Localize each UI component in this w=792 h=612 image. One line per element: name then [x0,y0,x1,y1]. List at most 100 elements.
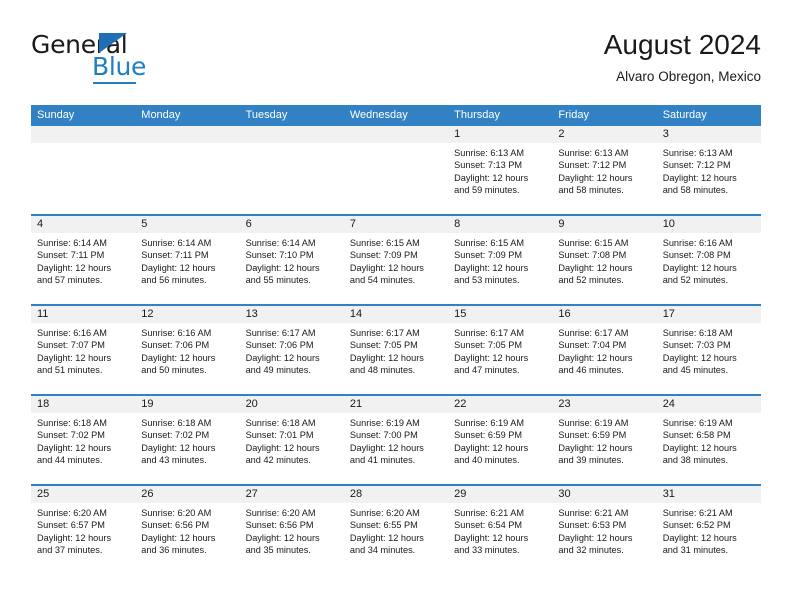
day-cell-details: Sunrise: 6:19 AM Sunset: 6:59 PM Daylight:… [552,413,656,467]
day-cell[interactable]: 19 Sunrise: 6:18 AM Sunset: 7:02 PM Dayligh… [135,396,240,484]
day-cell-details [344,143,448,147]
day-number-band: 9 [552,216,657,233]
day-cell-details: Sunrise: 6:16 AM Sunset: 7:07 PM Daylight:… [31,323,135,377]
day-detail-line: Daylight: 12 hours [245,532,320,543]
day-cell-details: Sunrise: 6:13 AM Sunset: 7:12 PM Daylight:… [657,143,761,197]
day-cell[interactable]: 12 Sunrise: 6:16 AM Sunset: 7:06 PM Dayligh… [135,306,240,394]
day-number-band: 14 [343,306,449,323]
day-cell[interactable]: 24 Sunrise: 6:19 AM Sunset: 6:58 PM Dayligh… [656,396,761,484]
day-detail-line: Sunset: 6:52 PM [662,520,731,531]
day-number-band: 22 [448,396,553,413]
day-cell[interactable]: 5 Sunrise: 6:14 AM Sunset: 7:11 PM Daylight… [135,216,240,304]
weekday-header-friday: Friday [558,109,589,121]
day-detail-line: Sunrise: 6:15 AM [558,238,629,248]
day-cell-details: Sunrise: 6:17 AM Sunset: 7:05 PM Daylight:… [448,323,552,377]
day-detail-line: Sunrise: 6:17 AM [558,328,629,338]
day-cell[interactable]: 21 Sunrise: 6:19 AM Sunset: 7:00 PM Dayligh… [343,396,449,484]
day-number: 13 [245,308,258,320]
day-cell-details: Sunrise: 6:20 AM Sunset: 6:56 PM Daylight:… [240,503,344,557]
day-detail-line: Sunrise: 6:14 AM [245,238,316,248]
day-cell[interactable]: 25 Sunrise: 6:20 AM Sunset: 6:57 PM Dayligh… [31,486,136,574]
day-cell-details [240,143,344,147]
day-detail-line: Sunrise: 6:18 AM [141,418,212,428]
day-cell[interactable]: 1 Sunrise: 6:13 AM Sunset: 7:13 PM Daylight… [448,126,553,214]
day-cell[interactable]: 30 Sunrise: 6:21 AM Sunset: 6:53 PM Dayligh… [552,486,657,574]
day-cell[interactable]: 27 Sunrise: 6:20 AM Sunset: 6:56 PM Dayligh… [239,486,344,574]
day-cell-empty [135,126,240,214]
day-cell[interactable]: 10 Sunrise: 6:16 AM Sunset: 7:08 PM Dayligh… [656,216,761,304]
day-cell[interactable]: 3 Sunrise: 6:13 AM Sunset: 7:12 PM Daylight… [656,126,761,214]
day-cell[interactable]: 28 Sunrise: 6:20 AM Sunset: 6:55 PM Dayligh… [343,486,449,574]
day-detail-line: Sunrise: 6:19 AM [662,418,733,428]
day-number: 15 [454,308,467,320]
day-number: 7 [349,218,356,230]
day-detail-line: and 44 minutes. [37,455,103,466]
day-detail-line: Sunrise: 6:21 AM [662,508,733,518]
day-number: 18 [37,398,50,410]
day-detail-line: Sunset: 7:11 PM [141,250,209,261]
calendar-week-row: 1 Sunrise: 6:13 AM Sunset: 7:13 PM Daylight… [31,126,761,214]
brand-logo[interactable]: General Blue [31,32,251,88]
day-detail-line: Daylight: 12 hours [662,532,737,543]
day-cell[interactable]: 17 Sunrise: 6:18 AM Sunset: 7:03 PM Dayligh… [656,306,761,394]
day-cell[interactable]: 18 Sunrise: 6:18 AM Sunset: 7:02 PM Dayligh… [31,396,136,484]
day-detail-line: Sunset: 6:54 PM [454,520,523,531]
day-detail-line: Daylight: 12 hours [245,442,320,453]
weekday-header-thursday: Thursday [454,109,500,121]
calendar-week-row: 18 Sunrise: 6:18 AM Sunset: 7:02 PM Dayligh… [31,394,761,484]
day-detail-line: Sunrise: 6:15 AM [349,238,420,248]
day-cell-details: Sunrise: 6:19 AM Sunset: 6:59 PM Daylight:… [448,413,552,467]
day-number-band [135,126,240,143]
day-number: 3 [662,128,669,140]
day-cell-empty [239,126,344,214]
day-number-band: 27 [239,486,344,503]
day-cell[interactable]: 20 Sunrise: 6:18 AM Sunset: 7:01 PM Dayligh… [239,396,344,484]
calendar-week-cells: 4 Sunrise: 6:14 AM Sunset: 7:11 PM Daylight… [31,216,761,304]
day-detail-line: Sunset: 7:08 PM [662,250,731,261]
day-detail-line: and 56 minutes. [141,275,207,286]
day-detail-line: Daylight: 12 hours [37,262,112,273]
day-detail-line: Sunrise: 6:21 AM [454,508,525,518]
day-number: 5 [141,218,148,230]
day-detail-line: Daylight: 12 hours [454,262,529,273]
day-detail-line: Sunrise: 6:20 AM [245,508,316,518]
day-number: 12 [141,308,154,320]
day-cell[interactable]: 15 Sunrise: 6:17 AM Sunset: 7:05 PM Dayligh… [448,306,553,394]
calendar-week-row: 25 Sunrise: 6:20 AM Sunset: 6:57 PM Dayligh… [31,484,761,574]
day-cell[interactable]: 23 Sunrise: 6:19 AM Sunset: 6:59 PM Dayligh… [552,396,657,484]
day-detail-line: and 39 minutes. [558,455,624,466]
day-cell-details [135,143,239,147]
day-cell[interactable]: 31 Sunrise: 6:21 AM Sunset: 6:52 PM Dayligh… [656,486,761,574]
day-detail-line: Daylight: 12 hours [558,532,633,543]
day-detail-line: Sunset: 6:58 PM [662,430,731,441]
day-cell[interactable]: 8 Sunrise: 6:15 AM Sunset: 7:09 PM Daylight… [448,216,553,304]
day-number: 8 [454,218,461,230]
day-number-band: 19 [135,396,240,413]
day-detail-line: Sunrise: 6:14 AM [37,238,107,248]
day-cell[interactable]: 9 Sunrise: 6:15 AM Sunset: 7:08 PM Daylight… [552,216,657,304]
page-title: August 2024 [603,29,761,60]
day-cell[interactable]: 16 Sunrise: 6:17 AM Sunset: 7:04 PM Dayligh… [552,306,657,394]
day-number: 11 [37,308,49,320]
day-cell[interactable]: 22 Sunrise: 6:19 AM Sunset: 6:59 PM Dayligh… [448,396,553,484]
day-cell-details: Sunrise: 6:14 AM Sunset: 7:10 PM Daylight:… [240,233,344,287]
day-cell[interactable]: 11 Sunrise: 6:16 AM Sunset: 7:07 PM Dayligh… [31,306,136,394]
day-detail-line: Sunrise: 6:20 AM [141,508,212,518]
day-cell[interactable]: 4 Sunrise: 6:14 AM Sunset: 7:11 PM Daylight… [31,216,136,304]
day-cell[interactable]: 13 Sunrise: 6:17 AM Sunset: 7:06 PM Dayligh… [239,306,344,394]
day-cell[interactable]: 2 Sunrise: 6:13 AM Sunset: 7:12 PM Daylight… [552,126,657,214]
day-cell[interactable]: 7 Sunrise: 6:15 AM Sunset: 7:09 PM Daylight… [343,216,449,304]
day-cell-details: Sunrise: 6:20 AM Sunset: 6:56 PM Daylight:… [135,503,239,557]
day-detail-line: and 34 minutes. [349,545,416,556]
day-cell[interactable]: 6 Sunrise: 6:14 AM Sunset: 7:10 PM Daylight… [239,216,344,304]
day-detail-line: and 33 minutes. [454,545,520,556]
day-detail-line: Sunset: 7:12 PM [662,160,731,171]
day-detail-line: Sunset: 7:02 PM [37,430,105,441]
day-detail-line: Sunset: 7:07 PM [37,340,105,351]
day-detail-line: Sunset: 7:05 PM [349,340,418,351]
day-detail-line: and 40 minutes. [454,455,520,466]
day-cell[interactable]: 29 Sunrise: 6:21 AM Sunset: 6:54 PM Dayligh… [448,486,553,574]
day-cell[interactable]: 26 Sunrise: 6:20 AM Sunset: 6:56 PM Dayligh… [135,486,240,574]
day-cell[interactable]: 14 Sunrise: 6:17 AM Sunset: 7:05 PM Dayligh… [343,306,449,394]
day-detail-line: and 36 minutes. [141,545,207,556]
